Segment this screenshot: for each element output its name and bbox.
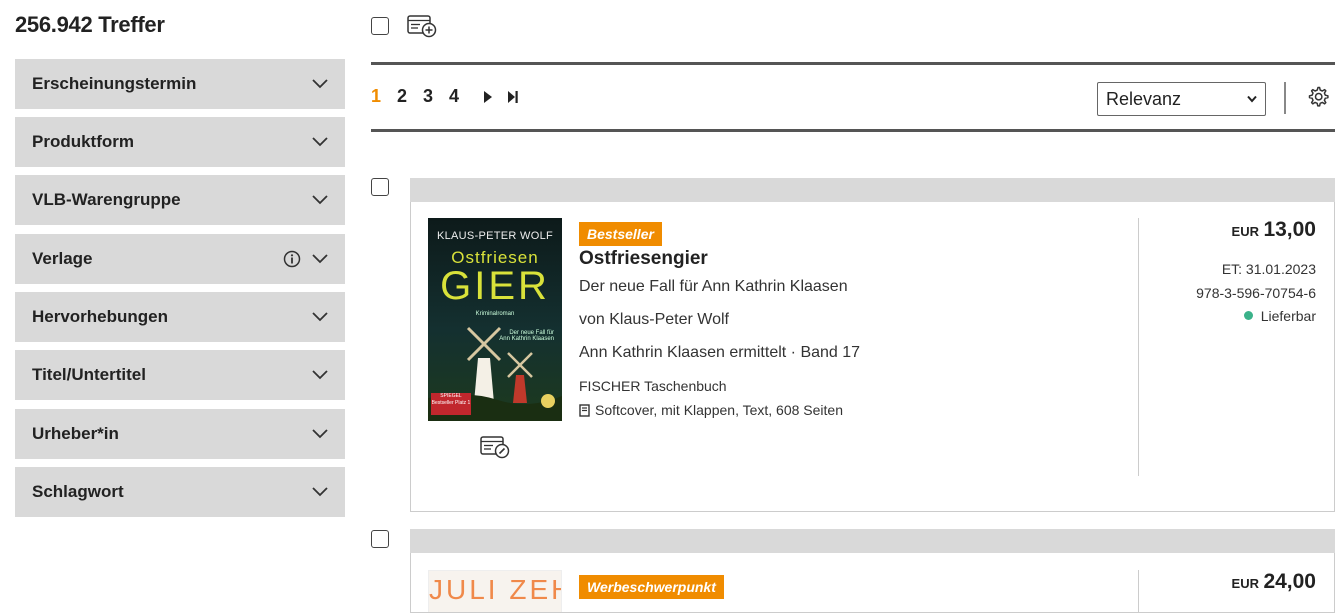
price-currency: EUR — [1231, 576, 1259, 591]
book-cover[interactable]: JULI ZEH — [428, 570, 562, 612]
badge-werbeschwerpunkt: Werbeschwerpunkt — [579, 575, 724, 599]
facet-produktform[interactable]: Produktform — [15, 117, 345, 167]
item-isbn: 978-3-596-70754-6 — [1196, 285, 1316, 301]
item-availability: Lieferbar — [1243, 308, 1316, 324]
cover-sticker: SPIEGEL Bestseller Platz 1 — [431, 393, 471, 415]
badge-bestseller: Bestseller — [579, 222, 662, 246]
chevron-down-icon — [312, 137, 328, 147]
facet-label: Schlagwort — [32, 482, 124, 501]
pagination: 1 2 3 4 — [371, 86, 527, 107]
page-link-3[interactable]: 3 — [423, 86, 449, 107]
last-page-icon[interactable] — [501, 89, 527, 105]
chevron-down-icon — [312, 254, 328, 264]
item-title[interactable]: Ostfriesengier — [579, 248, 708, 270]
availability-dot-icon — [1243, 311, 1253, 320]
chevron-down-icon — [312, 487, 328, 497]
item-publisher[interactable]: FISCHER Taschenbuch — [579, 378, 727, 394]
facet-label: Urheber*in — [32, 424, 119, 443]
price-amount: 24,00 — [1263, 570, 1316, 593]
result-item[interactable]: KLAUS-PETER WOLF Ostfriesen GIER Krimina… — [410, 202, 1335, 512]
item-release-date: ET: 31.01.2023 — [1221, 261, 1316, 277]
cover-title-big: JULI ZEH — [429, 574, 562, 605]
chevron-down-icon — [1247, 95, 1257, 103]
divider — [371, 129, 1335, 132]
page-link-1[interactable]: 1 — [371, 86, 397, 107]
facet-verlage[interactable]: Verlage — [15, 234, 345, 284]
chevron-down-icon — [312, 79, 328, 89]
facet-hervorhebungen[interactable]: Hervorhebungen — [15, 292, 345, 342]
price-amount: 13,00 — [1263, 218, 1316, 241]
item-divider — [1138, 218, 1139, 476]
facet-schlagwort[interactable]: Schlagwort — [15, 467, 345, 517]
facet-label: Produktform — [32, 132, 134, 151]
next-page-icon[interactable] — [475, 89, 501, 105]
edit-list-icon[interactable] — [480, 435, 510, 459]
sort-select[interactable]: Relevanz — [1097, 82, 1266, 116]
facet-label: Titel/Untertitel — [32, 365, 146, 384]
item-price: EUR 13,00 — [1232, 218, 1316, 242]
item-format-text: Softcover, mit Klappen, Text, 608 Seiten — [595, 402, 844, 418]
gear-icon[interactable] — [1306, 85, 1330, 109]
item-header-bar — [410, 529, 1335, 553]
item-price: EUR 24,00 — [1232, 570, 1316, 594]
facet-label: Erscheinungstermin — [32, 74, 197, 93]
select-all-checkbox[interactable] — [371, 17, 389, 35]
availability-text: Lieferbar — [1260, 308, 1316, 324]
chevron-down-icon — [312, 195, 328, 205]
facet-label: VLB-Warengruppe — [32, 190, 181, 209]
item-format: Softcover, mit Klappen, Text, 608 Seiten — [579, 402, 843, 418]
info-icon[interactable] — [283, 250, 301, 268]
divider — [371, 62, 1335, 65]
page-link-4[interactable]: 4 — [449, 86, 475, 107]
facet-label: Hervorhebungen — [32, 307, 169, 326]
toolbar-separator — [1284, 82, 1286, 114]
item-series[interactable]: Ann Kathrin Klaasen ermittelt · Band 17 — [579, 344, 860, 362]
item-subtitle: Der neue Fall für Ann Kathrin Klaasen — [579, 278, 848, 295]
facet-urheber[interactable]: Urheber*in — [15, 409, 345, 459]
book-cover[interactable]: KLAUS-PETER WOLF Ostfriesen GIER Krimina… — [428, 218, 562, 421]
price-currency: EUR — [1231, 224, 1259, 239]
page-link-2[interactable]: 2 — [397, 86, 423, 107]
chevron-down-icon — [312, 312, 328, 322]
chevron-down-icon — [312, 370, 328, 380]
item-header-bar — [410, 178, 1335, 202]
sort-selected-value: Relevanz — [1106, 88, 1182, 109]
facet-vlb-warengruppe[interactable]: VLB-Warengruppe — [15, 175, 345, 225]
result-item[interactable]: JULI ZEH Werbeschwerpunkt EUR 24,00 — [410, 553, 1335, 613]
chevron-down-icon — [312, 429, 328, 439]
book-icon — [579, 403, 590, 417]
facet-erscheinungstermin[interactable]: Erscheinungstermin — [15, 59, 345, 109]
item-divider — [1138, 570, 1139, 612]
item-author[interactable]: von Klaus-Peter Wolf — [579, 311, 729, 329]
add-to-list-icon[interactable] — [407, 14, 437, 38]
item-checkbox[interactable] — [371, 178, 389, 196]
windmill-illustration — [428, 326, 562, 421]
results-count: 256.942 Treffer — [15, 12, 165, 37]
item-checkbox[interactable] — [371, 530, 389, 548]
facet-titel-untertitel[interactable]: Titel/Untertitel — [15, 350, 345, 400]
facet-label: Verlage — [32, 249, 93, 268]
